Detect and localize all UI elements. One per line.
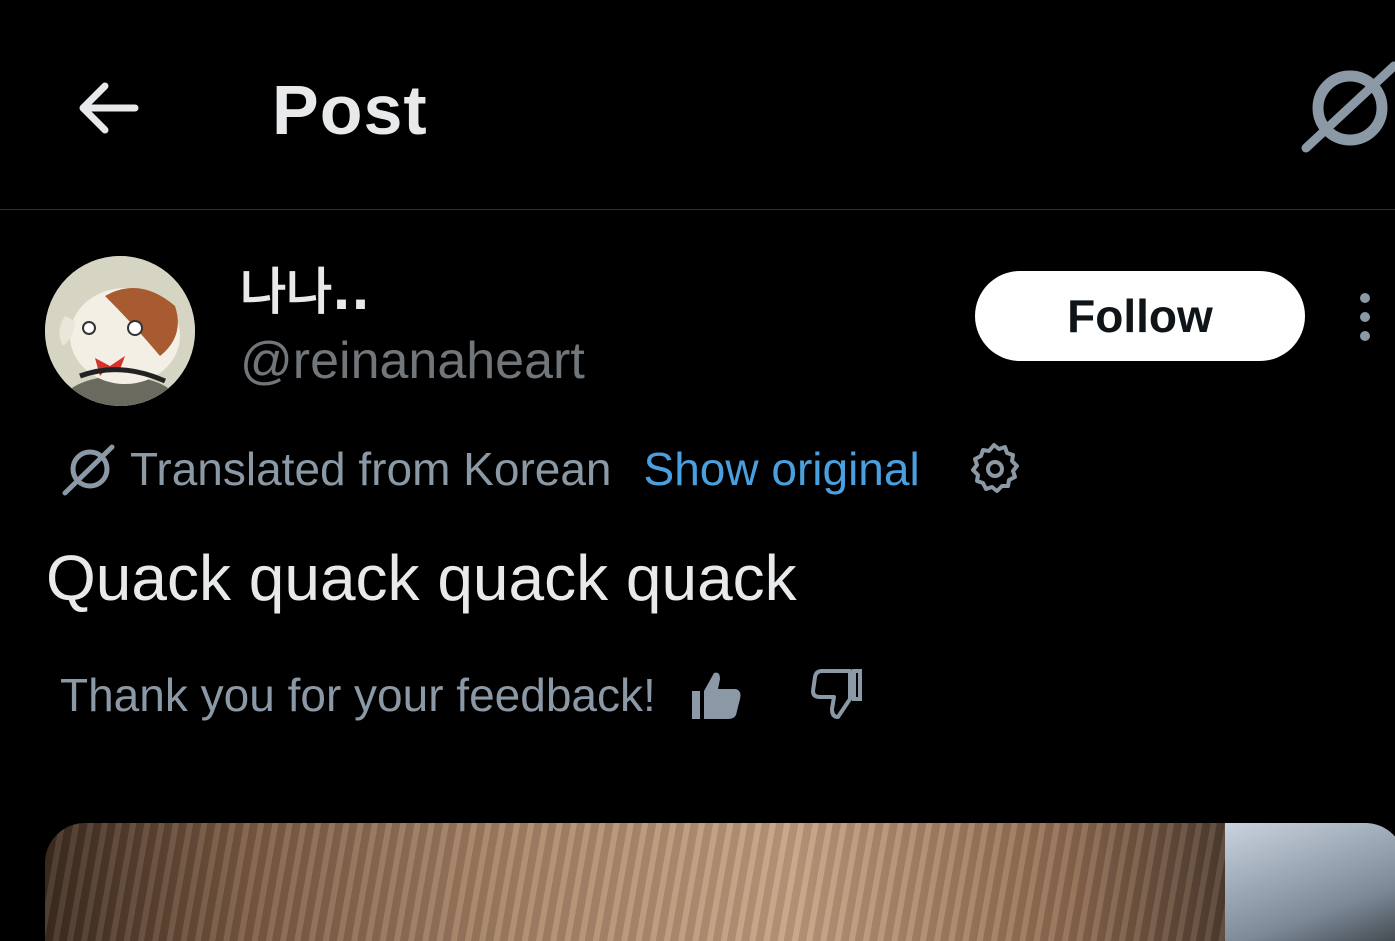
post-media-image[interactable]	[45, 823, 1395, 941]
gear-icon[interactable]	[964, 439, 1024, 499]
author-handle[interactable]: @reinanaheart	[240, 330, 585, 392]
top-bar: Post	[0, 0, 1395, 210]
more-options-button[interactable]	[1345, 288, 1385, 348]
post-text: Quack quack quack quack	[46, 542, 797, 614]
translation-feedback: Thank you for your feedback!	[60, 662, 868, 728]
avatar[interactable]	[45, 256, 195, 406]
vertical-ellipsis-icon	[1360, 293, 1370, 341]
back-button[interactable]	[62, 68, 152, 148]
translated-notice: Translated from Korean	[130, 443, 612, 495]
grok-translate-icon	[62, 444, 115, 496]
dog-avatar-image	[45, 256, 195, 406]
page-title: Post	[272, 71, 428, 149]
media-hair-texture	[45, 823, 1395, 941]
feedback-message: Thank you for your feedback!	[60, 669, 656, 721]
translation-bar: Translated from Korean Show original	[60, 436, 1024, 502]
arrow-left-icon	[79, 82, 139, 134]
author-display-name[interactable]: 나나..	[240, 262, 370, 322]
grok-icon	[1301, 61, 1395, 153]
thumbs-up-icon[interactable]	[686, 665, 746, 725]
media-background-window	[1225, 823, 1395, 941]
grok-button[interactable]	[1300, 60, 1395, 155]
thumbs-down-icon[interactable]	[808, 665, 868, 725]
show-original-link[interactable]: Show original	[644, 442, 920, 496]
follow-button[interactable]: Follow	[975, 271, 1305, 361]
